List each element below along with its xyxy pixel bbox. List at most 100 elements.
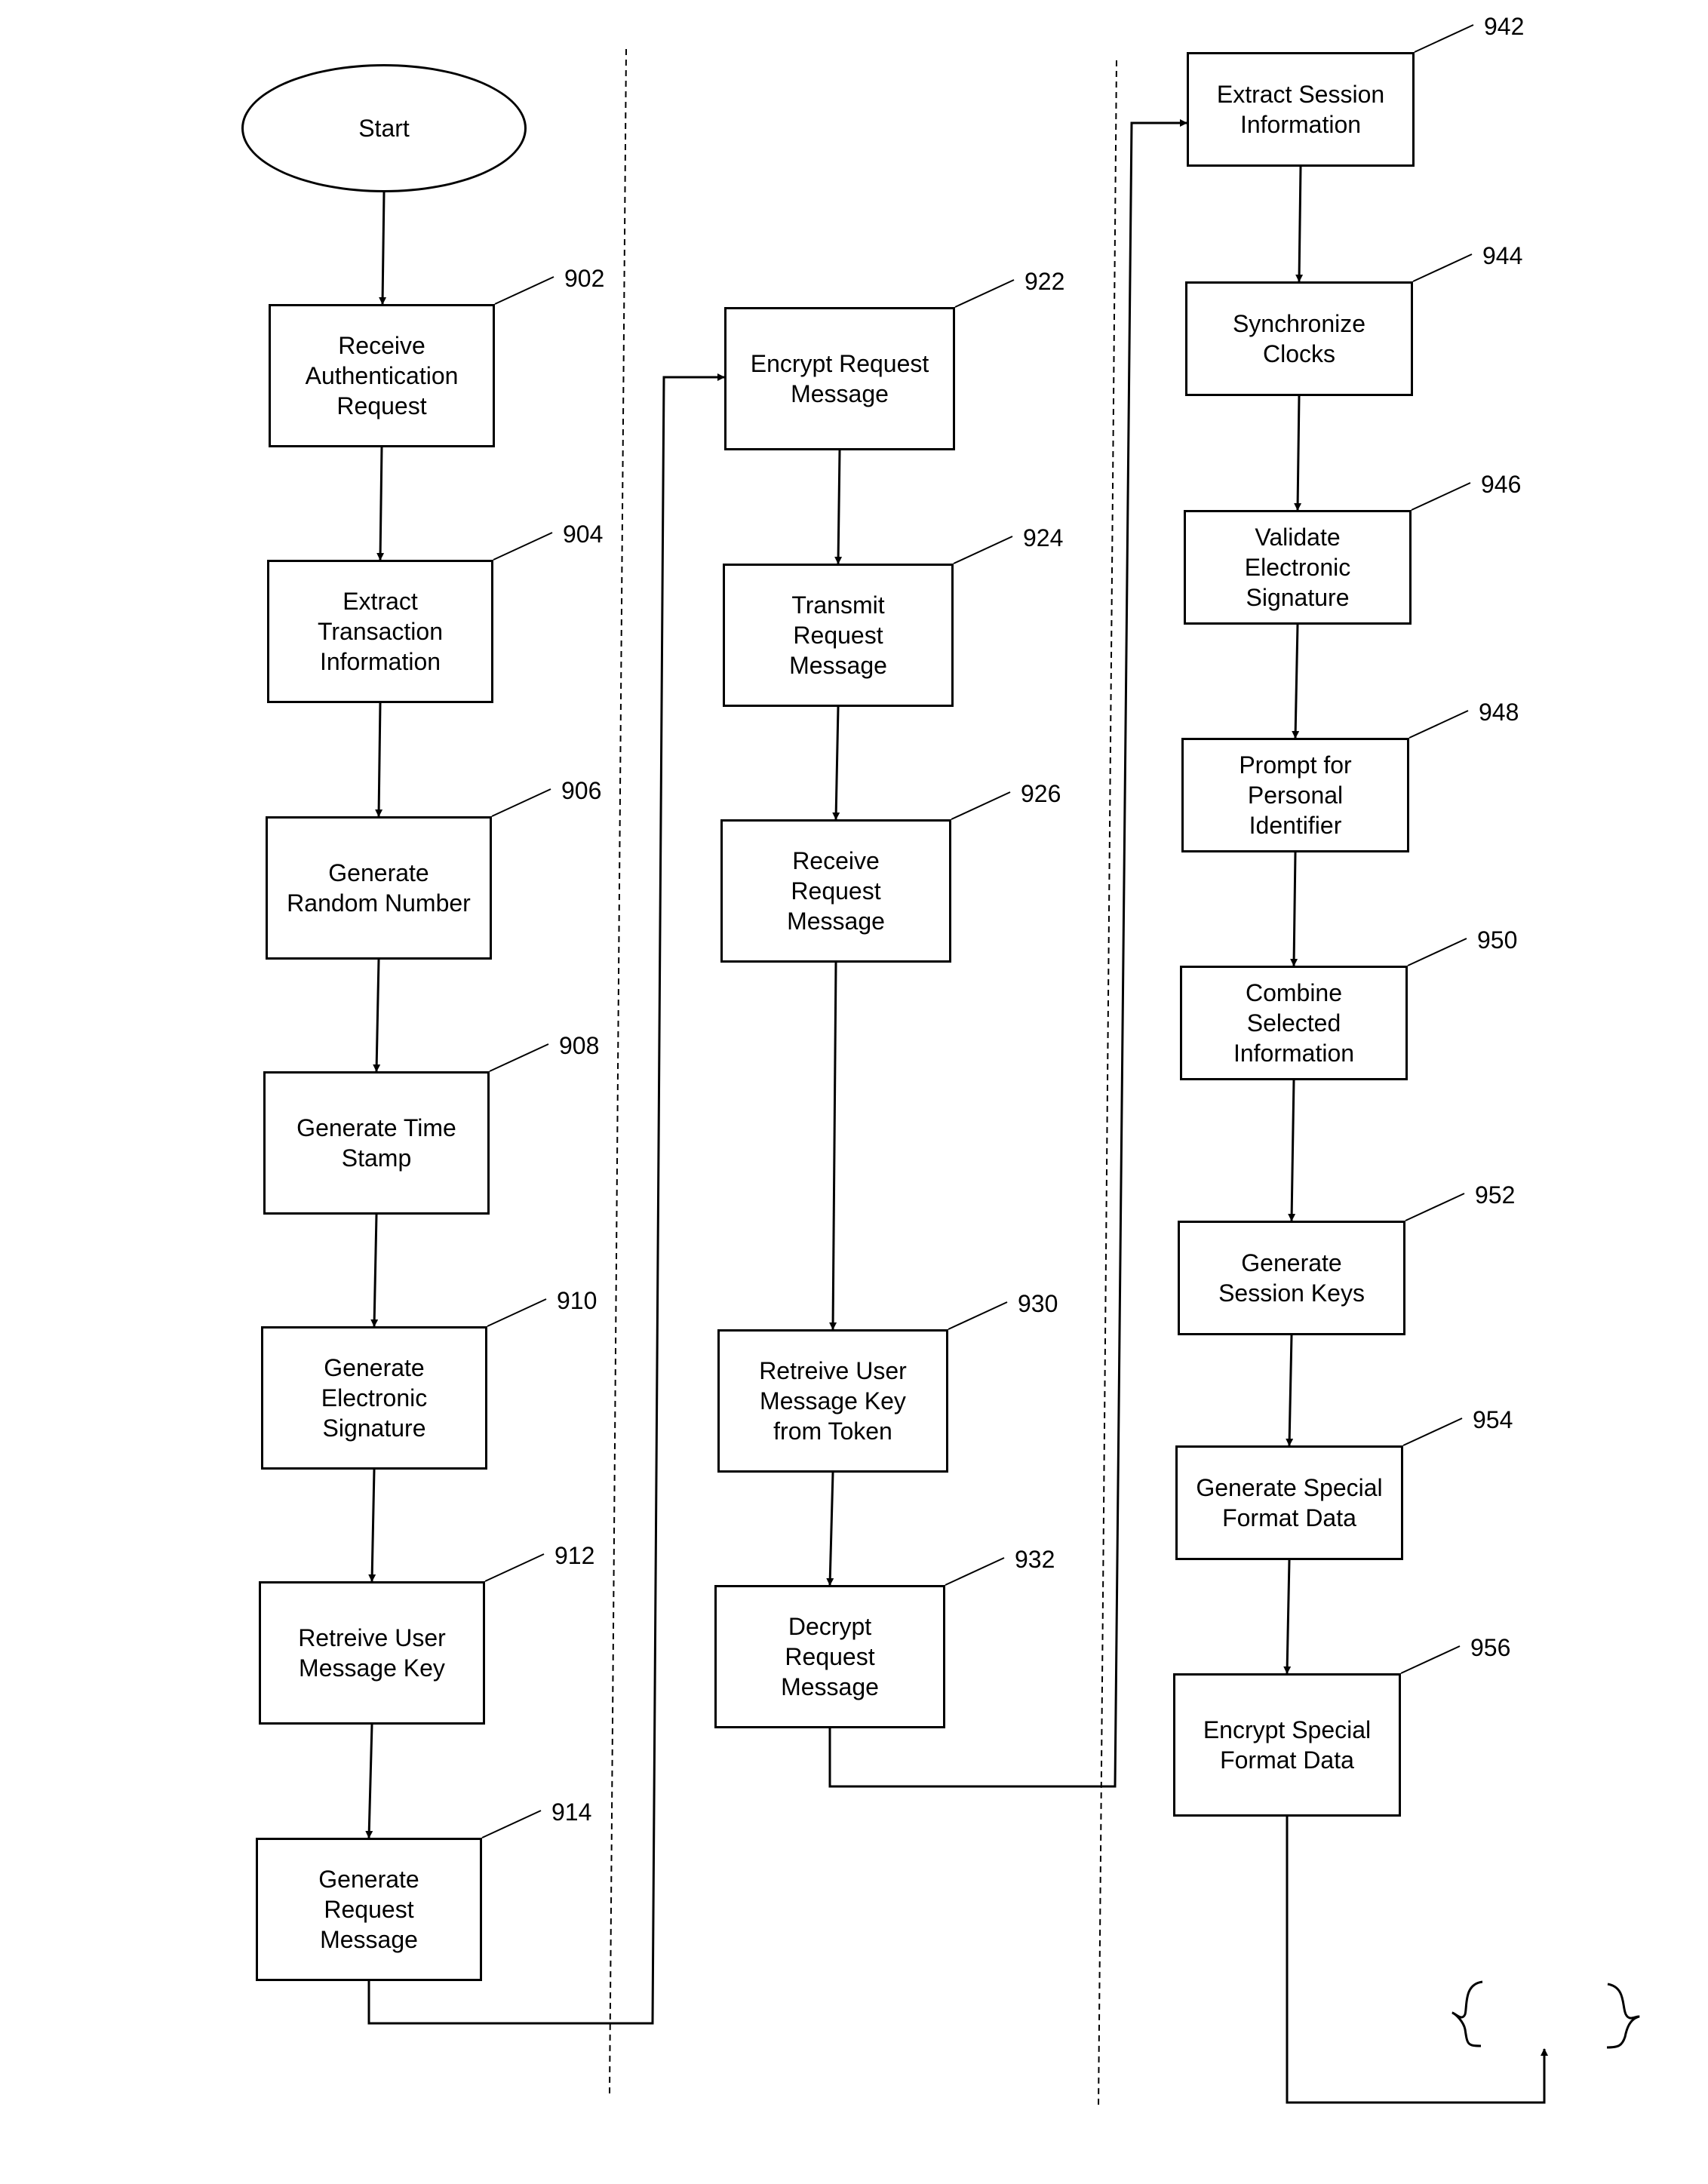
leader-line — [948, 1301, 1008, 1330]
flow-arrow — [373, 959, 381, 1072]
process-step-950: Combine Selected Information — [1180, 966, 1408, 1080]
lane-divider-1 — [609, 48, 627, 2094]
leader-line — [494, 276, 554, 305]
step-label: Encrypt Request Message — [750, 350, 929, 407]
reference-numeral: 948 — [1479, 699, 1519, 726]
process-step-912: Retreive User Message Key — [259, 1581, 485, 1725]
process-step-904: Extract Transaction Information — [267, 560, 493, 703]
process-step-954: Generate Special Format Data — [1175, 1445, 1403, 1560]
step-label: Generate Time Stamp — [296, 1114, 456, 1172]
brace-right-icon — [1606, 1983, 1640, 2049]
step-label: Extract Transaction Information — [318, 588, 443, 675]
step-label: Generate Special Format Data — [1196, 1474, 1383, 1531]
reference-numeral: 926 — [1021, 780, 1061, 807]
flow-arrow — [832, 706, 840, 820]
flow-arrow — [834, 450, 843, 564]
leader-line — [489, 1043, 549, 1072]
process-step-942: Extract Session Information — [1187, 52, 1415, 167]
leader-line — [484, 1553, 545, 1582]
step-label: Combine Selected Information — [1233, 979, 1355, 1067]
process-step-952: Generate Session Keys — [1178, 1221, 1405, 1335]
step-label: Prompt for Personal Identifier — [1239, 751, 1352, 839]
step-label: Transmit Request Message — [789, 591, 887, 679]
step-label: Retreive User Message Key — [298, 1624, 446, 1682]
reference-numeral: 950 — [1477, 926, 1518, 954]
reference-numeral: 952 — [1475, 1181, 1516, 1209]
lane-divider-2 — [1098, 60, 1117, 2109]
process-step-908: Generate Time Stamp — [263, 1071, 490, 1215]
reference-numeral: 910 — [557, 1287, 597, 1314]
brace-left-icon — [1451, 1980, 1483, 2047]
process-step-922: Encrypt Request Message — [724, 307, 955, 450]
leader-line — [487, 1298, 547, 1327]
step-label: Generate Random Number — [287, 859, 471, 917]
reference-numeral: 922 — [1024, 268, 1065, 295]
leader-line — [951, 791, 1011, 820]
leader-line — [1408, 710, 1469, 739]
step-label: Extract Session Information — [1216, 81, 1385, 138]
step-label: Validate Electronic Signature — [1244, 524, 1351, 611]
step-label: Generate Request Message — [318, 1866, 419, 1953]
leader-line — [1405, 1193, 1465, 1221]
leader-line — [491, 788, 551, 817]
process-step-910: Generate Electronic Signature — [261, 1326, 487, 1470]
reference-numeral: 902 — [564, 265, 605, 292]
flow-arrow — [376, 447, 385, 561]
process-step-902: Receive Authentication Request — [269, 304, 495, 447]
process-step-932: Decrypt Request Message — [714, 1585, 945, 1728]
flow-arrow — [368, 1469, 376, 1582]
flow-arrow — [1283, 1559, 1292, 1674]
reference-numeral: 944 — [1482, 242, 1523, 269]
process-step-956: Encrypt Special Format Data — [1173, 1673, 1401, 1817]
reference-numeral: 954 — [1473, 1406, 1513, 1433]
process-step-914: Generate Request Message — [256, 1838, 482, 1981]
reference-numeral: 932 — [1015, 1546, 1055, 1573]
reference-numeral: 956 — [1470, 1634, 1511, 1661]
flow-arrow — [1286, 1335, 1294, 1446]
flow-arrow — [375, 702, 383, 817]
reference-numeral: 906 — [561, 777, 602, 804]
leader-line — [493, 532, 553, 561]
reference-numeral: 946 — [1481, 471, 1522, 498]
reference-numeral: 904 — [563, 521, 604, 548]
step-label: Encrypt Special Format Data — [1203, 1716, 1372, 1774]
step-label: Decrypt Request Message — [781, 1613, 879, 1700]
step-label: Receive Request Message — [787, 847, 885, 935]
flow-arrow — [370, 1214, 379, 1327]
flow-arrow — [1292, 624, 1300, 739]
flow-arrow — [829, 962, 837, 1330]
reference-numeral: 908 — [559, 1032, 600, 1059]
process-step-946: Validate Electronic Signature — [1184, 510, 1412, 625]
leader-line — [954, 279, 1015, 308]
flow-arrow — [365, 1724, 373, 1838]
reference-numeral: 912 — [554, 1542, 595, 1569]
flow-arrow — [1295, 166, 1304, 282]
flow-arrow — [1288, 1080, 1296, 1221]
start-label: Start — [358, 115, 410, 142]
process-step-948: Prompt for Personal Identifier — [1181, 738, 1409, 852]
step-label: Synchronize Clocks — [1232, 310, 1366, 367]
step-label: Generate Session Keys — [1218, 1249, 1365, 1307]
flow-arrow — [1294, 395, 1302, 511]
leader-line — [1402, 1418, 1463, 1446]
flow-arrow — [1290, 852, 1298, 966]
process-step-906: Generate Random Number — [266, 816, 492, 960]
reference-numeral: 914 — [551, 1798, 592, 1826]
process-step-926: Receive Request Message — [720, 819, 951, 963]
process-step-944: Synchronize Clocks — [1185, 281, 1413, 396]
leader-line — [1411, 482, 1471, 511]
leader-line — [1400, 1645, 1461, 1674]
step-label: Retreive User Message Key from Token — [759, 1357, 907, 1445]
leader-line — [481, 1810, 542, 1838]
start-terminator: Start — [241, 64, 527, 192]
leader-line — [953, 536, 1013, 564]
step-label: Receive Authentication Request — [305, 332, 459, 419]
process-step-924: Transmit Request Message — [723, 564, 954, 707]
leader-line — [1412, 253, 1473, 282]
leader-line — [1414, 24, 1474, 53]
reference-numeral: 942 — [1484, 13, 1525, 40]
reference-numeral: 930 — [1018, 1290, 1058, 1317]
flow-arrow — [826, 1472, 834, 1586]
flow-arrow — [379, 192, 387, 305]
process-step-930: Retreive User Message Key from Token — [717, 1329, 948, 1473]
